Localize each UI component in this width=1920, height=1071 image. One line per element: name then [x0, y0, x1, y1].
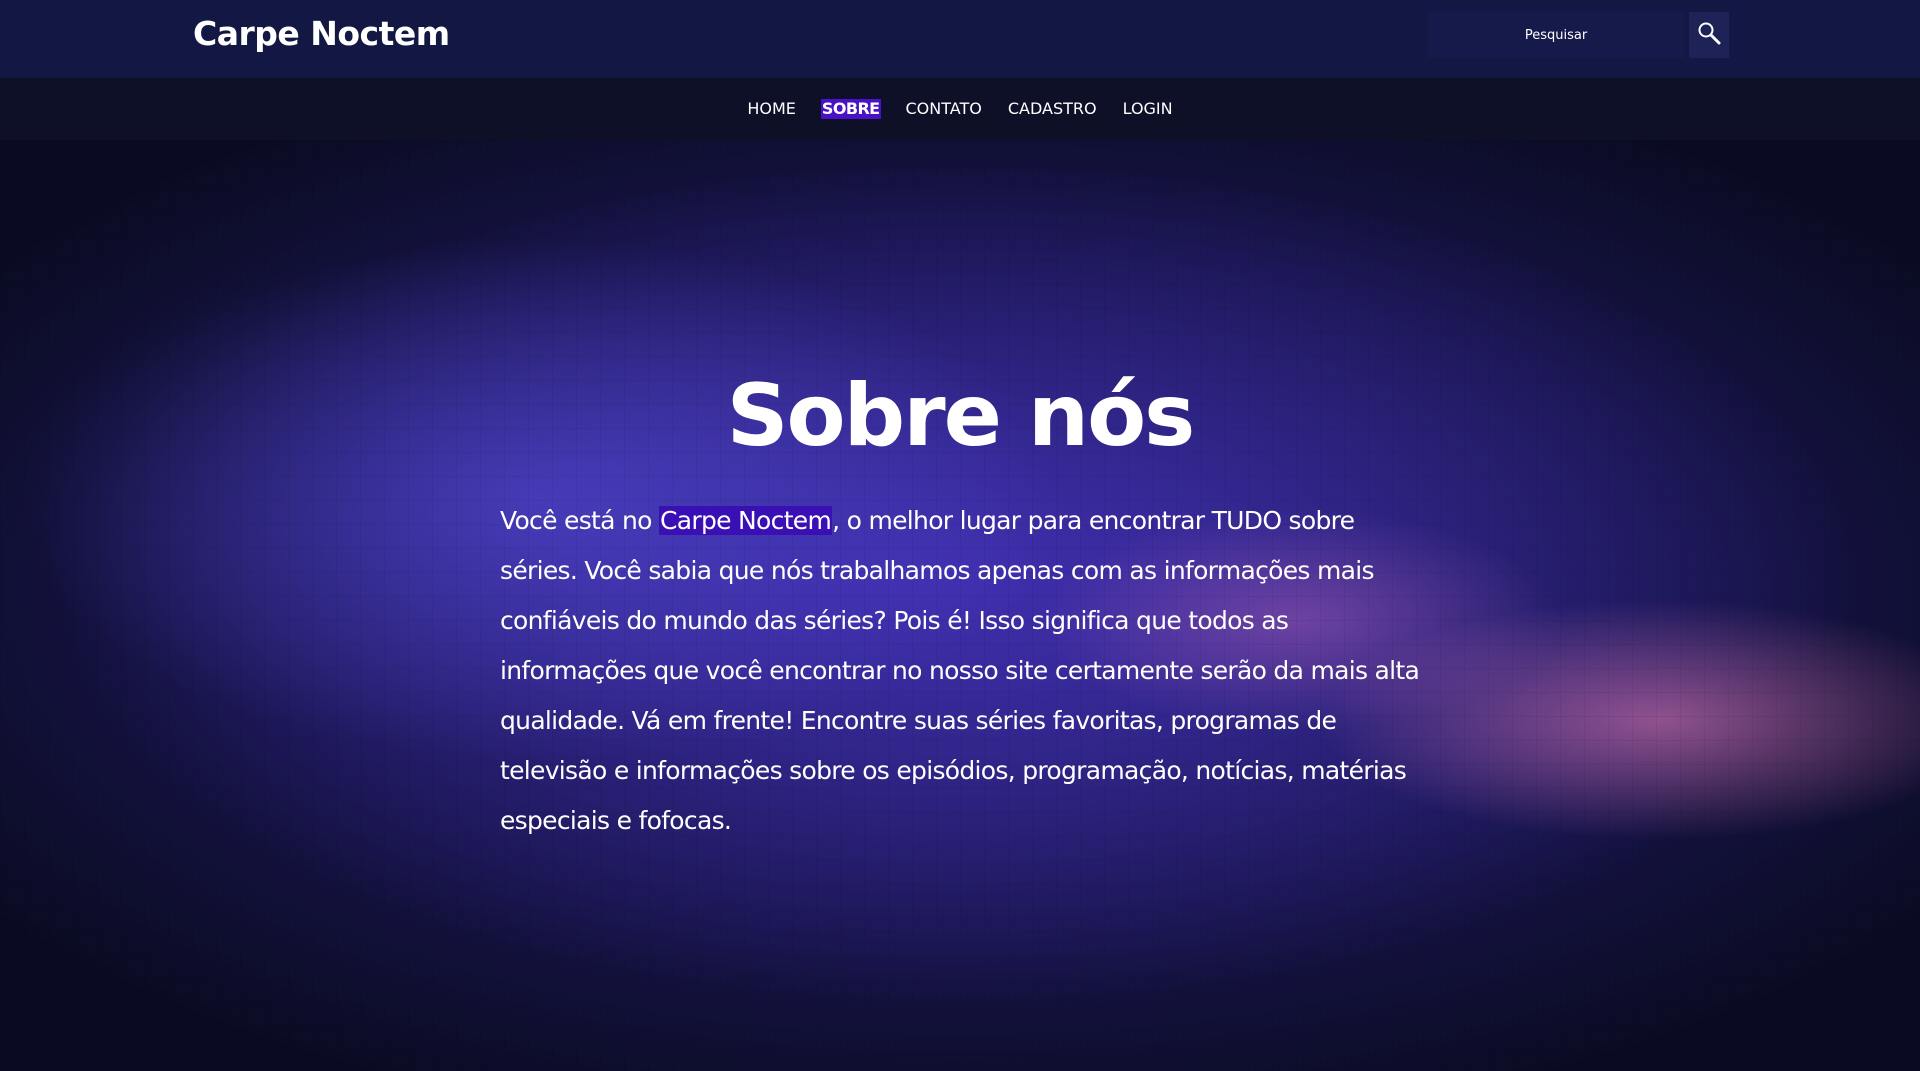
page-title: Sobre nós: [726, 366, 1196, 466]
main-nav: HOME SOBRE CONTATO CADASTRO LOGIN: [0, 78, 1920, 140]
search-button[interactable]: [1689, 12, 1729, 58]
paragraph-intro: Você está no: [500, 506, 659, 535]
nav-item-cadastro[interactable]: CADASTRO: [1007, 99, 1098, 119]
nav-item-login[interactable]: LOGIN: [1122, 99, 1174, 119]
search-input[interactable]: [1428, 12, 1684, 58]
brand-highlight: Carpe Noctem: [659, 506, 833, 535]
nav-item-sobre[interactable]: SOBRE: [820, 99, 881, 119]
paragraph-body: , o melhor lugar para encontrar TUDO sob…: [500, 506, 1420, 835]
nav-item-home[interactable]: HOME: [746, 99, 797, 119]
search-icon: [1698, 22, 1721, 45]
site-logo[interactable]: Carpe Noctem: [193, 13, 450, 55]
site-header: Carpe Noctem: [0, 0, 1920, 78]
nav-item-contato[interactable]: CONTATO: [905, 99, 983, 119]
about-hero: Sobre nós Você está no Carpe Noctem, o m…: [0, 140, 1920, 1071]
about-paragraph: Você está no Carpe Noctem, o melhor luga…: [500, 496, 1420, 846]
